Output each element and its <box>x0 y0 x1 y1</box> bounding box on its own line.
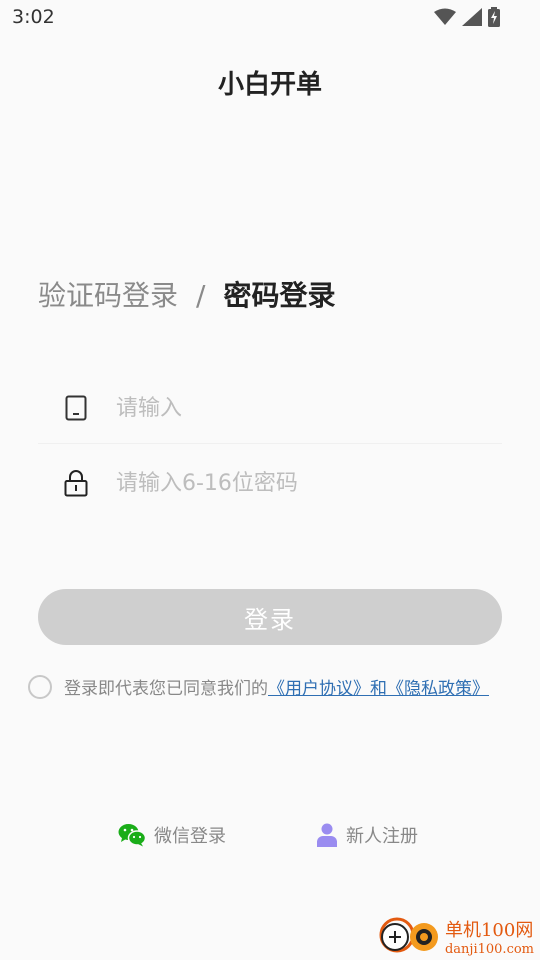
phone-input[interactable] <box>114 394 478 422</box>
login-button[interactable]: 登录 <box>38 589 502 645</box>
agreement-row: 登录即代表您已同意我们的 《用户协议》 和 《隐私政策》 <box>28 674 489 699</box>
tab-password-login[interactable]: 密码登录 <box>223 274 335 314</box>
status-icons <box>434 7 500 31</box>
signal-icon <box>462 8 482 30</box>
status-time: 3:02 <box>12 6 55 28</box>
user-agreement-link[interactable]: 《用户协议》 <box>268 674 370 699</box>
wifi-icon <box>434 8 456 30</box>
wechat-icon <box>118 823 146 847</box>
register-button[interactable]: 新人注册 <box>316 822 418 848</box>
tab-sms-login[interactable]: 验证码登录 <box>38 274 178 314</box>
privacy-policy-link[interactable]: 《隐私政策》 <box>387 674 489 699</box>
watermark-main: 单机100网 <box>444 919 534 941</box>
password-input[interactable] <box>114 469 478 497</box>
login-mode-tabs: 验证码登录 / 密码登录 <box>38 274 335 314</box>
agreement-text: 登录即代表您已同意我们的 <box>64 679 268 699</box>
status-bar: 3:02 <box>0 0 540 36</box>
wechat-login-button[interactable]: 微信登录 <box>118 822 226 848</box>
page-title: 小白开单 <box>217 70 322 100</box>
person-icon <box>316 823 338 847</box>
agreement-conjunction: 和 <box>370 679 387 699</box>
tab-separator: / <box>196 279 206 312</box>
agreement-checkbox[interactable] <box>28 674 52 699</box>
watermark-sub: danji100.com <box>444 941 534 957</box>
lock-icon <box>56 469 96 497</box>
password-field <box>38 448 502 518</box>
battery-charging-icon <box>488 7 500 31</box>
phone-field <box>38 373 502 444</box>
watermark-text: 单机100网 danji100.com <box>445 916 534 957</box>
watermark-logo: 单机100网 danji100.com <box>377 914 534 958</box>
wechat-login-label: 微信登录 <box>154 826 226 847</box>
register-label: 新人注册 <box>346 826 418 847</box>
watermark-logo-icon <box>377 914 441 958</box>
phone-icon <box>56 395 96 421</box>
